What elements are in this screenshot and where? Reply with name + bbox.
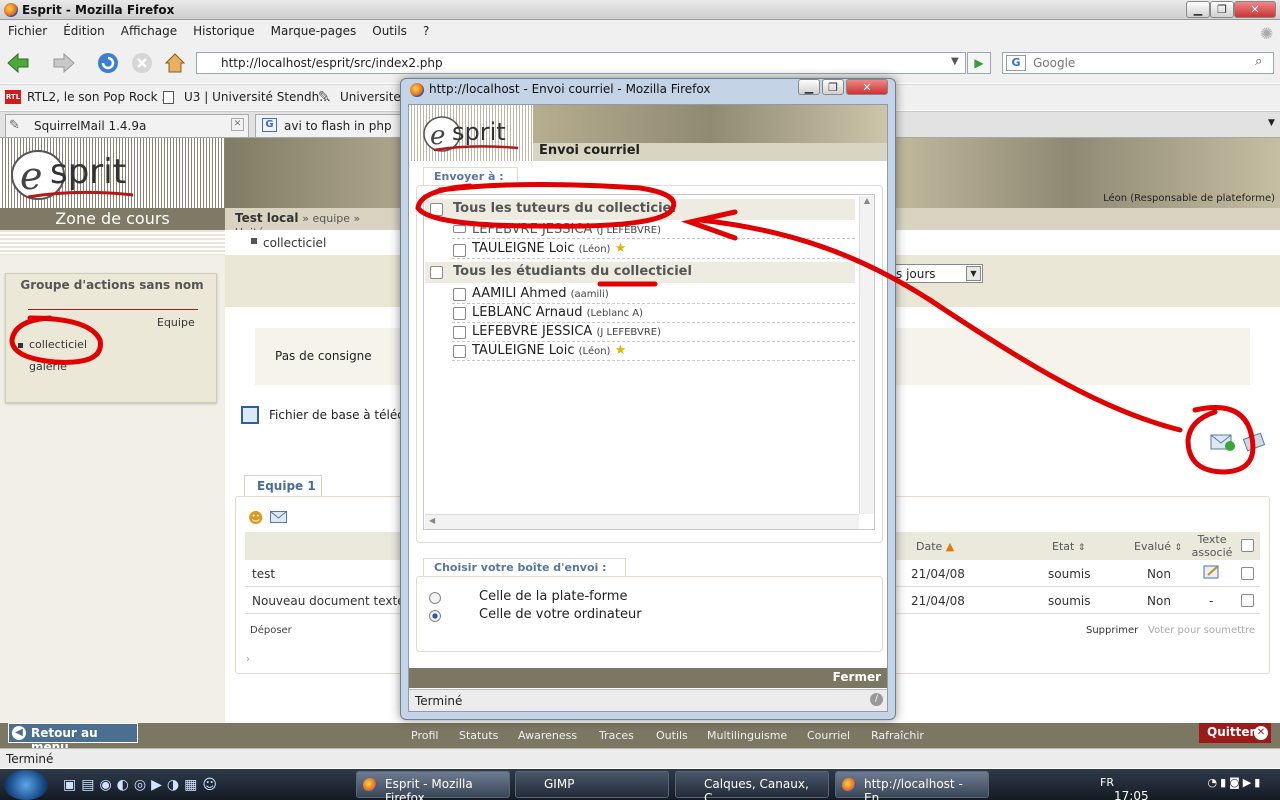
annotation-overlay (9, 181, 1256, 475)
red-annotations (9, 181, 1256, 475)
